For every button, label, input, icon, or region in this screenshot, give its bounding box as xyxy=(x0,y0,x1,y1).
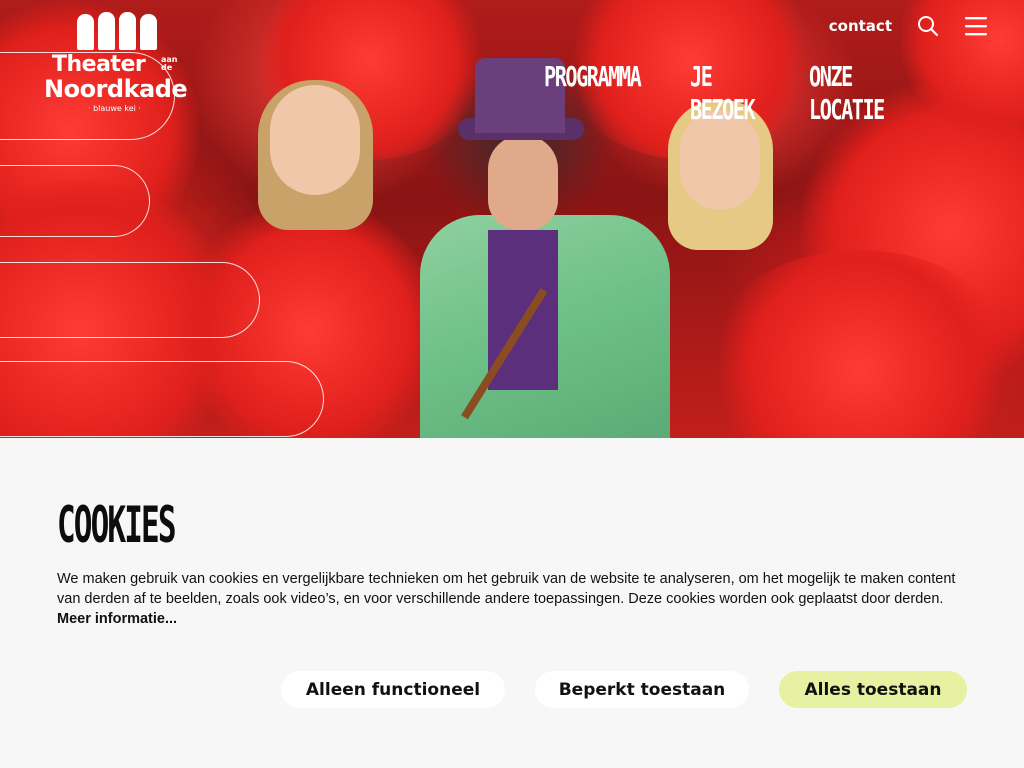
cookie-title: COOKIES xyxy=(57,496,176,554)
cookie-banner: COOKIES We maken gebruik van cookies en … xyxy=(0,438,1024,768)
logo-text-theater: Theater xyxy=(52,52,146,77)
hamburger-menu-icon[interactable] xyxy=(964,14,988,38)
more-info-link[interactable]: Meer informatie... xyxy=(57,611,177,627)
top-navigation: contact xyxy=(829,14,988,38)
logo-text-noordkade: Noordkade xyxy=(44,75,188,103)
site-logo[interactable]: Theater aan de Noordkade · blauwe kei · xyxy=(44,12,189,118)
hero-image: Theater aan de Noordkade · blauwe kei · … xyxy=(0,0,1024,438)
nav-onze-locatie[interactable]: ONZE LOCATIE xyxy=(809,60,903,126)
logo-text-aan-de: aan de xyxy=(161,55,178,72)
contact-link[interactable]: contact xyxy=(829,17,892,35)
limited-allow-button[interactable]: Beperkt toestaan xyxy=(535,671,749,708)
nav-je-bezoek[interactable]: JE BEZOEK xyxy=(690,60,761,126)
logo-tagline: · blauwe kei · xyxy=(88,104,141,113)
functional-only-button[interactable]: Alleen functioneel xyxy=(281,671,505,708)
nav-programma[interactable]: PROGRAMMA xyxy=(544,60,642,126)
search-icon[interactable] xyxy=(916,14,940,38)
cookie-text: We maken gebruik van cookies en vergelij… xyxy=(57,571,956,607)
allow-all-button[interactable]: Alles toestaan xyxy=(779,671,967,708)
logo-bars-icon xyxy=(77,12,157,50)
cookie-description: We maken gebruik van cookies en vergelij… xyxy=(57,569,957,629)
main-navigation: PROGRAMMA JE BEZOEK ONZE LOCATIE xyxy=(544,60,939,126)
